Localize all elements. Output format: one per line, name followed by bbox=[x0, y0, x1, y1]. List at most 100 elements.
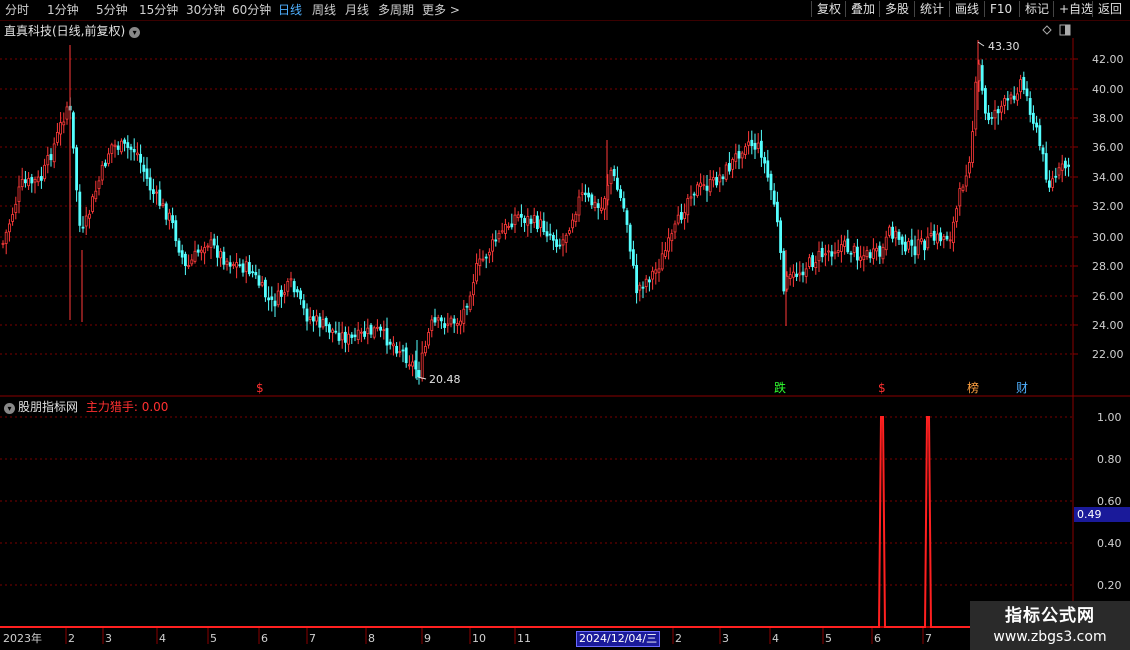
candlestick bbox=[987, 104, 990, 125]
candlestick bbox=[251, 264, 255, 278]
candlestick bbox=[94, 180, 98, 203]
candlestick bbox=[446, 312, 450, 333]
candlestick bbox=[942, 233, 946, 249]
candlestick bbox=[958, 182, 962, 216]
candlestick bbox=[17, 175, 21, 214]
candlestick bbox=[254, 264, 258, 279]
candlestick bbox=[187, 254, 191, 269]
candlestick bbox=[980, 59, 984, 95]
candlestick bbox=[500, 222, 504, 235]
candlestick bbox=[49, 148, 53, 167]
candlestick bbox=[190, 254, 194, 267]
candlestick bbox=[129, 143, 133, 161]
candlestick bbox=[196, 244, 200, 257]
min-price-label: 20.48 bbox=[429, 373, 461, 386]
candlestick bbox=[372, 325, 376, 340]
candlestick bbox=[443, 317, 447, 335]
event-markers: $ 跌 $ 榜 财 bbox=[256, 380, 1028, 395]
indicator-title: ▾ 股朋指标网 主力猎手: 0.00 bbox=[4, 398, 168, 415]
candlestick bbox=[481, 250, 485, 263]
candlestick bbox=[868, 249, 872, 263]
candlestick bbox=[503, 218, 507, 240]
candlestick bbox=[193, 240, 197, 264]
candlestick bbox=[183, 251, 187, 276]
candlestick bbox=[708, 170, 712, 196]
candlestick bbox=[1060, 154, 1064, 183]
candlestick bbox=[497, 230, 501, 243]
max-annotation: 43.30 bbox=[977, 40, 1020, 53]
event-marker-dollar[interactable]: $ bbox=[878, 381, 886, 395]
candlestick bbox=[369, 323, 373, 338]
candlestick bbox=[324, 316, 328, 333]
candlestick bbox=[241, 259, 245, 277]
time-label: 4 bbox=[772, 632, 779, 645]
candlestick bbox=[772, 183, 776, 207]
indicator-value-label: 0.49 bbox=[1077, 508, 1102, 521]
candlestick bbox=[340, 321, 344, 349]
event-marker-finance[interactable]: 财 bbox=[1016, 381, 1028, 395]
candlestick bbox=[363, 321, 367, 340]
candlestick bbox=[904, 234, 907, 255]
event-marker-dollar[interactable]: $ bbox=[256, 381, 264, 395]
candlestick bbox=[209, 231, 213, 260]
candlestick bbox=[180, 244, 184, 265]
candlestick bbox=[151, 178, 155, 203]
candlestick bbox=[865, 246, 869, 260]
candlestick bbox=[235, 252, 239, 279]
candlestick bbox=[926, 227, 930, 251]
candlestick bbox=[702, 175, 706, 190]
candlestick bbox=[395, 342, 399, 357]
candlestick bbox=[302, 294, 306, 316]
candlestick bbox=[744, 143, 747, 160]
candlestick bbox=[644, 274, 648, 293]
time-label: 2023年 bbox=[3, 631, 42, 645]
price-tick: 30.00 bbox=[1092, 231, 1124, 244]
candlestick bbox=[1000, 100, 1003, 121]
candlestick bbox=[884, 230, 888, 256]
event-marker-drop[interactable]: 跌 bbox=[774, 380, 786, 395]
candlestick bbox=[760, 129, 763, 167]
candlestick bbox=[795, 262, 798, 282]
candlestick bbox=[407, 355, 411, 370]
candlestick bbox=[900, 234, 904, 256]
candlestick bbox=[231, 261, 235, 269]
candlestick bbox=[120, 138, 123, 155]
candlestick bbox=[260, 276, 264, 288]
candlestick bbox=[97, 176, 101, 196]
candlestick bbox=[337, 321, 341, 345]
candlestick bbox=[852, 243, 856, 258]
candlestick bbox=[571, 213, 574, 233]
candlestick bbox=[308, 307, 312, 325]
candlestick bbox=[52, 137, 56, 169]
candlestick bbox=[872, 238, 875, 265]
candlestick bbox=[689, 185, 693, 206]
candlestick bbox=[491, 233, 495, 263]
candlestick bbox=[292, 278, 296, 298]
window-icon-fill bbox=[1065, 25, 1070, 35]
candlestick bbox=[478, 248, 482, 276]
candlestick bbox=[612, 165, 616, 182]
candlestick bbox=[75, 144, 78, 202]
event-marker-ranking[interactable]: 榜 bbox=[967, 380, 979, 395]
candlestick bbox=[523, 215, 526, 232]
candlestick bbox=[580, 183, 584, 202]
candlestick bbox=[532, 207, 536, 228]
candlestick bbox=[894, 226, 898, 247]
candlestick bbox=[225, 257, 229, 271]
candlestick bbox=[321, 310, 325, 330]
candlestick bbox=[1038, 118, 1042, 151]
candlestick bbox=[648, 276, 651, 292]
indicator-grid bbox=[0, 416, 1073, 586]
diamond-icon[interactable] bbox=[1042, 25, 1052, 35]
candlestick bbox=[33, 176, 37, 194]
chevron-down-icon[interactable]: ▾ bbox=[4, 403, 15, 414]
candlestick bbox=[561, 233, 565, 257]
candlestick bbox=[798, 261, 802, 282]
kline-chart: 42.00 40.00 38.00 36.00 34.00 32.00 30.0… bbox=[0, 24, 1130, 645]
candlestick bbox=[728, 152, 731, 175]
candlestick bbox=[961, 184, 965, 193]
candlestick bbox=[782, 248, 786, 295]
price-axis-ticks bbox=[1073, 58, 1078, 355]
candlestick bbox=[881, 243, 885, 264]
candlestick bbox=[673, 220, 677, 240]
